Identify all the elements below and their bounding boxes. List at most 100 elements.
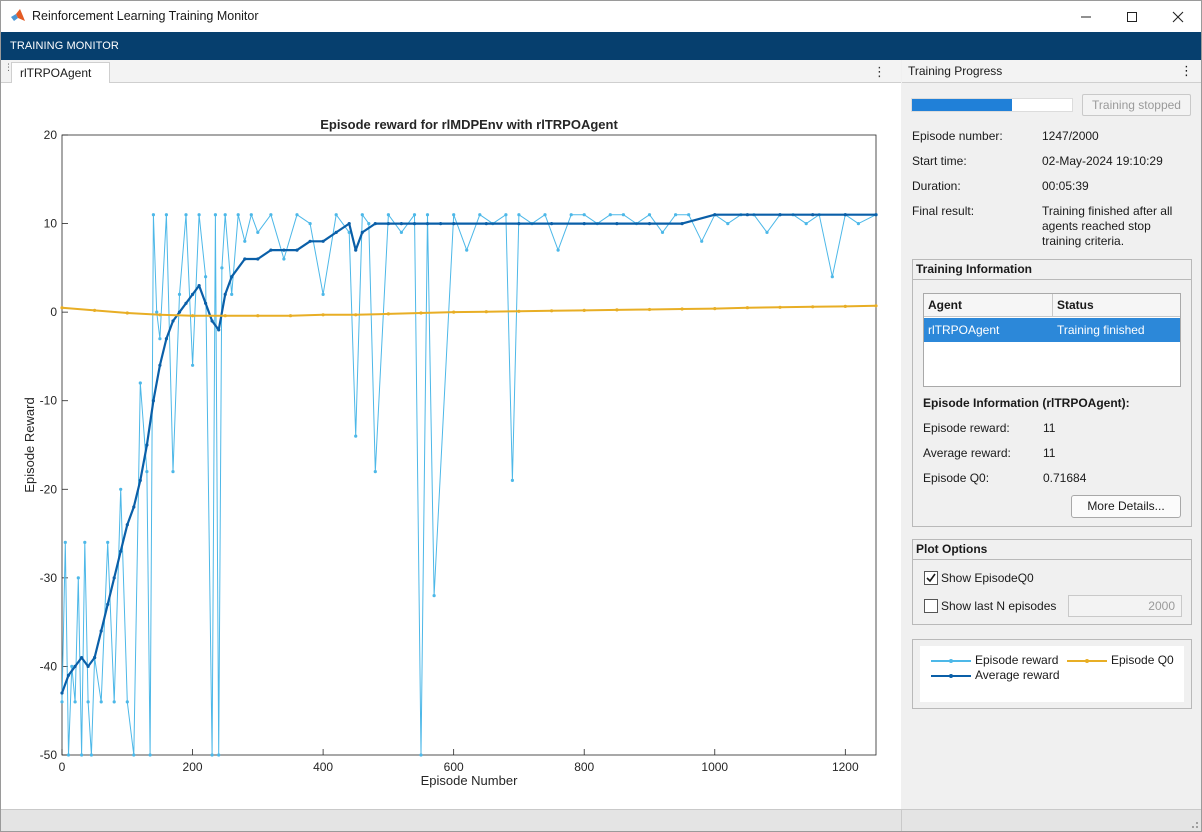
document-tab-bar: ⋮ rlTRPOAgent ⋮: [1, 60, 901, 84]
episode-reward-point: [608, 213, 612, 217]
average-reward-point: [347, 222, 351, 226]
episode-q0-point: [223, 314, 227, 318]
episode-q0-point: [680, 307, 684, 311]
episode-q0-point: [745, 306, 750, 310]
average-reward-point: [295, 248, 299, 252]
episode-reward-point: [334, 213, 338, 217]
average-reward-point: [874, 213, 878, 217]
average-reward-point: [210, 319, 214, 323]
average-reward-point: [334, 230, 338, 234]
episode-q0-point: [484, 310, 488, 314]
episode-q0-point: [354, 313, 358, 317]
episode-reward-chart[interactable]: Episode reward for rlMDPEnv with rlTRPOA…: [1, 83, 901, 809]
episode-information-title: Episode Information (rlTRPOAgent):: [923, 396, 1130, 410]
episode-q0-point: [158, 313, 162, 317]
average-reward-point: [99, 629, 103, 633]
plot-area: Episode reward for rlMDPEnv with rlTRPOA…: [1, 83, 901, 809]
average-reward-point: [164, 337, 168, 341]
average-reward-point: [399, 222, 403, 226]
average-reward-point: [145, 443, 149, 447]
episode-q0-value: 0.71684: [1043, 471, 1087, 485]
episode-reward-point: [148, 753, 152, 757]
average-reward-point: [321, 239, 325, 243]
episode-q0-point: [713, 307, 717, 311]
episode-q0-point: [321, 313, 325, 317]
average-reward-point: [778, 213, 782, 217]
resize-grip-icon[interactable]: [1189, 819, 1199, 829]
average-reward-point: [373, 222, 377, 226]
training-stopped-button[interactable]: Training stopped: [1082, 94, 1191, 116]
average-reward-point: [615, 222, 619, 226]
episode-reward-point: [582, 213, 586, 217]
episode-q0-point: [256, 314, 260, 318]
y-tick-label: -30: [40, 571, 58, 585]
agent-status-table: Agent Status rlTRPOAgent Training finish…: [923, 293, 1181, 387]
legend-episode-q0-swatch: [1067, 659, 1107, 663]
training-progress-header: Training Progress ⋮: [902, 60, 1201, 83]
duration-value: 00:05:39: [1042, 179, 1089, 193]
episode-reward-point: [478, 213, 482, 217]
episode-reward-point: [63, 540, 67, 544]
episode-reward-point: [452, 213, 456, 217]
more-details-button[interactable]: More Details...: [1071, 495, 1181, 518]
average-reward-point: [269, 248, 273, 252]
average-reward-point: [197, 284, 201, 288]
episode-reward-point: [158, 337, 162, 341]
minimize-button[interactable]: [1063, 1, 1109, 32]
average-reward-point: [217, 328, 221, 332]
agent-column-header[interactable]: Agent: [924, 294, 1053, 317]
legend-average-reward-swatch: [931, 674, 971, 678]
episode-reward-point: [164, 213, 168, 217]
tab-training-monitor[interactable]: TRAINING MONITOR: [1, 32, 128, 60]
episode-q0-point: [191, 314, 195, 318]
plot-document-panel: ⋮ rlTRPOAgent ⋮ Episode reward for rlMDP…: [1, 60, 901, 809]
episode-reward-label: Episode reward:: [923, 421, 1010, 435]
episode-reward-point: [191, 363, 195, 367]
episode-q0-point: [647, 307, 652, 312]
maximize-button[interactable]: [1109, 1, 1155, 32]
average-reward-point: [517, 222, 521, 226]
episode-reward-point: [726, 222, 730, 226]
average-reward-point: [811, 213, 815, 217]
average-reward-point: [106, 602, 110, 607]
episode-reward-point: [830, 275, 834, 279]
episode-reward-point: [73, 700, 77, 704]
episode-reward-point: [132, 753, 136, 757]
status-cell: Training finished: [1057, 323, 1145, 337]
average-reward-label: Average reward:: [923, 446, 1011, 460]
average-reward-point: [112, 576, 116, 580]
episode-number-value: 1247/2000: [1042, 129, 1099, 143]
show-episodeq0-checkbox[interactable]: [924, 571, 938, 585]
episode-reward-point: [517, 213, 521, 217]
show-last-n-episodes-label[interactable]: Show last N episodes: [941, 599, 1056, 613]
episode-reward-point: [220, 266, 224, 270]
close-button[interactable]: [1155, 1, 1201, 32]
episode-q0-point: [550, 309, 554, 313]
show-episodeq0-label[interactable]: Show EpisodeQ0: [941, 571, 1034, 585]
episode-reward-point: [399, 230, 403, 234]
show-last-n-episodes-checkbox[interactable]: [924, 599, 938, 613]
episode-reward-point: [66, 753, 71, 757]
panel-options-icon[interactable]: ⋮: [1180, 63, 1193, 79]
episode-reward-point: [86, 700, 90, 704]
y-tick-label: -50: [40, 748, 58, 762]
document-options-icon[interactable]: ⋮: [873, 63, 886, 80]
x-tick-label: 1000: [701, 760, 728, 774]
episode-reward-point: [204, 275, 208, 279]
status-column-header[interactable]: Status: [1053, 294, 1180, 317]
y-tick-label: 0: [50, 305, 57, 319]
tab-rltrpoagent[interactable]: rlTRPOAgent: [11, 62, 110, 84]
episode-reward-value: 11: [1043, 421, 1056, 435]
x-tick-label: 200: [183, 760, 203, 774]
average-reward-point: [412, 222, 417, 226]
episode-reward-point: [213, 213, 217, 217]
final-result-value: Training finished after all agents reach…: [1042, 204, 1173, 248]
table-row[interactable]: rlTRPOAgent Training finished: [924, 318, 1180, 342]
last-n-episodes-field[interactable]: 2000: [1068, 595, 1182, 617]
episode-reward-point: [765, 230, 769, 234]
episode-reward-point: [543, 213, 547, 217]
average-reward-point: [125, 523, 129, 527]
average-reward-point: [191, 292, 195, 296]
window-title: Reinforcement Learning Training Monitor: [32, 9, 259, 23]
drag-grip-icon[interactable]: ⋮: [4, 63, 13, 76]
